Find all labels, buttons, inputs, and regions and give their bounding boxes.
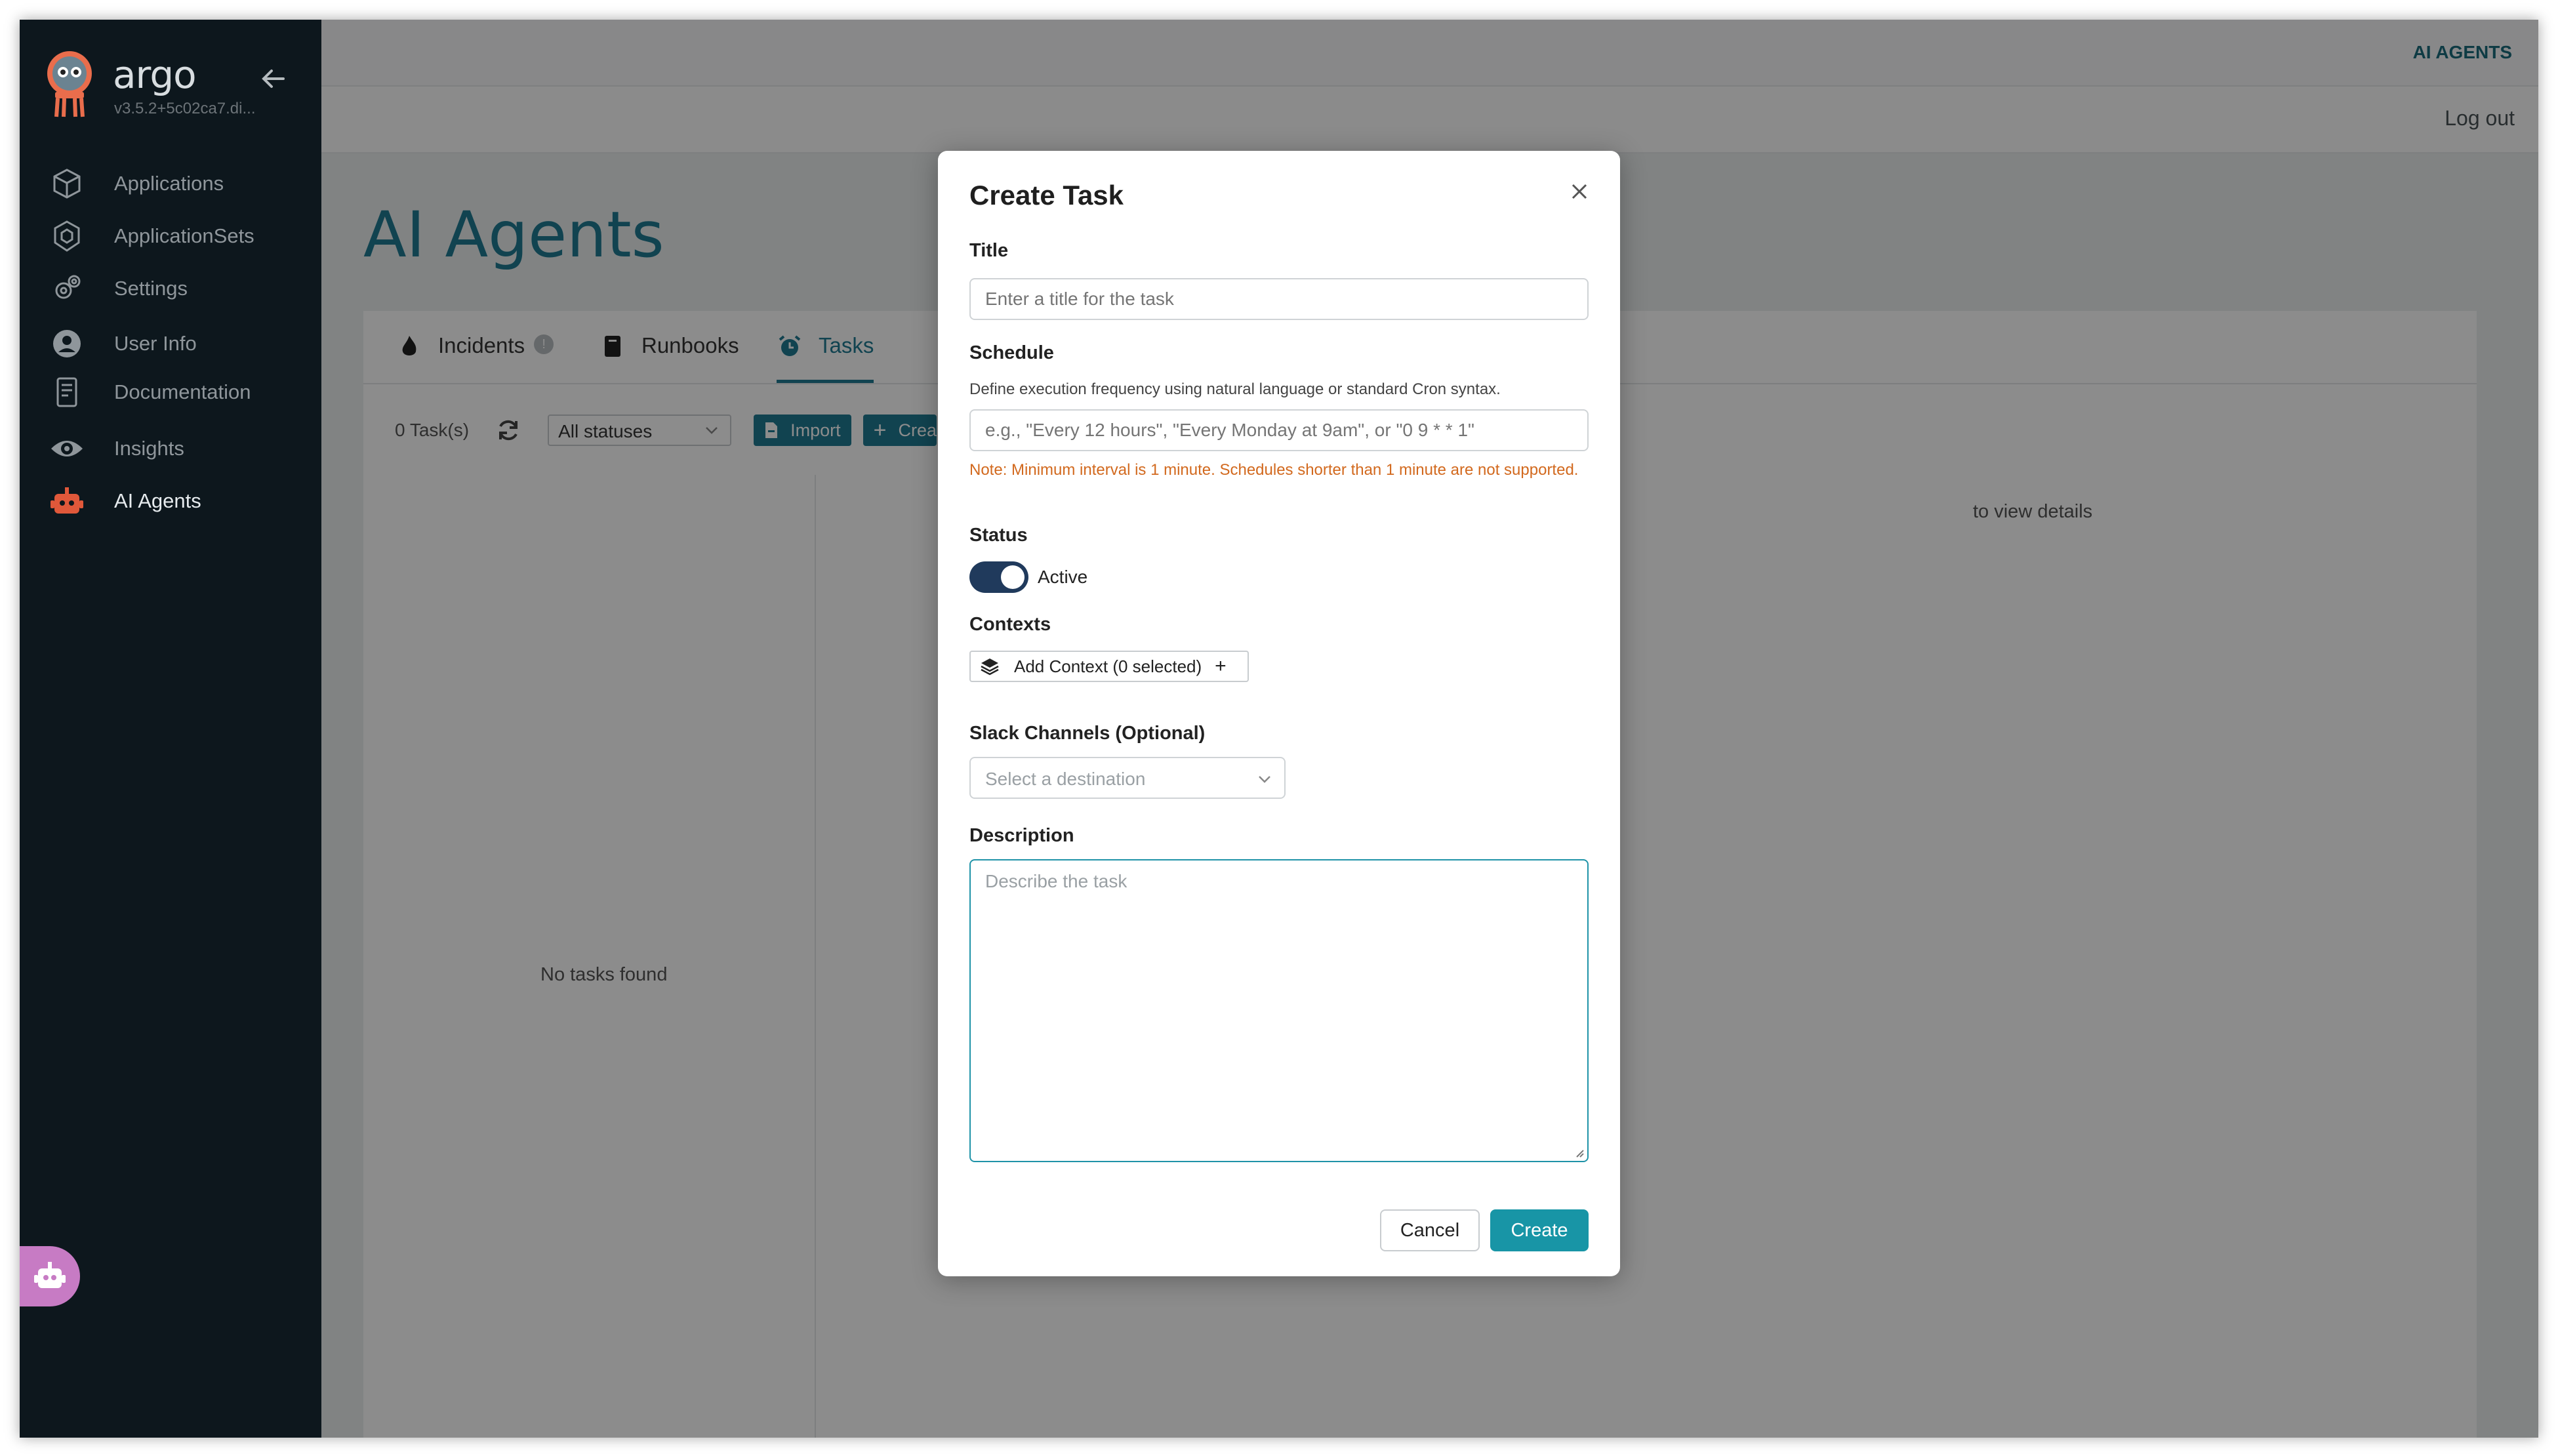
sidebar-item-settings[interactable]: Settings: [49, 269, 188, 308]
schedule-label: Schedule: [969, 342, 1054, 363]
sidebar-item-label: Documentation: [114, 380, 251, 403]
create-task-dialog: Create Task Title Schedule Define execut…: [938, 151, 1620, 1276]
modal-backdrop-top: [321, 20, 2538, 153]
plus-icon: +: [1215, 655, 1227, 677]
argo-mascot-logo: [47, 51, 92, 117]
sidebar-item-documentation[interactable]: Documentation: [49, 373, 251, 412]
sidebar: argo v3.5.2+5c02ca7.di... Applications A…: [20, 20, 321, 1438]
slack-destination-select[interactable]: Select a destination: [969, 757, 1286, 799]
schedule-help-text: Define execution frequency using natural…: [969, 380, 1501, 398]
hexagons-icon: [49, 218, 85, 254]
cancel-button[interactable]: Cancel: [1380, 1209, 1480, 1251]
eye-icon: [49, 430, 85, 467]
add-context-label: Add Context (0 selected): [1014, 656, 1202, 676]
chevron-down-icon: [1259, 776, 1270, 783]
sidebar-item-insights[interactable]: Insights: [49, 429, 184, 468]
sidebar-item-user-info[interactable]: User Info: [49, 324, 197, 363]
ai-assistant-button[interactable]: [20, 1246, 80, 1306]
sidebar-item-label: Applications: [114, 172, 224, 195]
layers-icon: [981, 658, 999, 676]
description-label: Description: [969, 825, 1074, 846]
app-window: argo v3.5.2+5c02ca7.di... Applications A…: [20, 20, 2538, 1438]
add-context-button[interactable]: Add Context (0 selected) +: [969, 651, 1249, 682]
schedule-input[interactable]: [969, 409, 1589, 451]
sidebar-item-label: ApplicationSets: [114, 224, 254, 247]
gears-icon: [49, 270, 85, 307]
title-input[interactable]: [969, 278, 1589, 320]
collapse-sidebar-icon[interactable]: [254, 60, 291, 97]
slack-select-placeholder: Select a destination: [985, 769, 1146, 789]
sidebar-item-applicationsets[interactable]: ApplicationSets: [49, 216, 254, 256]
status-toggle-label: Active: [1038, 567, 1088, 587]
book-icon: [49, 374, 85, 411]
sidebar-item-ai-agents[interactable]: AI Agents: [49, 481, 201, 521]
robot-icon: [49, 483, 85, 519]
slack-channels-label: Slack Channels (Optional): [969, 723, 1206, 744]
sidebar-item-label: AI Agents: [114, 489, 201, 512]
sidebar-item-applications[interactable]: Applications: [49, 164, 224, 203]
description-placeholder: Describe the task: [985, 871, 1127, 891]
robot-icon: [34, 1262, 66, 1288]
resize-grip-icon[interactable]: [1573, 1146, 1585, 1158]
schedule-warning: Note: Minimum interval is 1 minute. Sche…: [969, 461, 1579, 479]
dialog-title: Create Task: [969, 180, 1124, 211]
sidebar-item-label: User Info: [114, 332, 197, 355]
description-textarea[interactable]: Describe the task: [969, 859, 1589, 1162]
sidebar-item-label: Settings: [114, 277, 188, 300]
cube-icon: [49, 165, 85, 202]
contexts-label: Contexts: [969, 614, 1051, 635]
close-icon[interactable]: [1565, 177, 1594, 206]
title-label: Title: [969, 240, 1009, 261]
status-toggle[interactable]: [969, 561, 1028, 593]
toggle-knob: [1001, 565, 1025, 589]
create-button[interactable]: Create: [1490, 1209, 1589, 1251]
app-logo-text: argo: [113, 52, 197, 97]
status-label: Status: [969, 525, 1028, 546]
user-circle-icon: [49, 325, 85, 362]
sidebar-item-label: Insights: [114, 437, 184, 460]
app-version: v3.5.2+5c02ca7.di...: [114, 100, 256, 117]
